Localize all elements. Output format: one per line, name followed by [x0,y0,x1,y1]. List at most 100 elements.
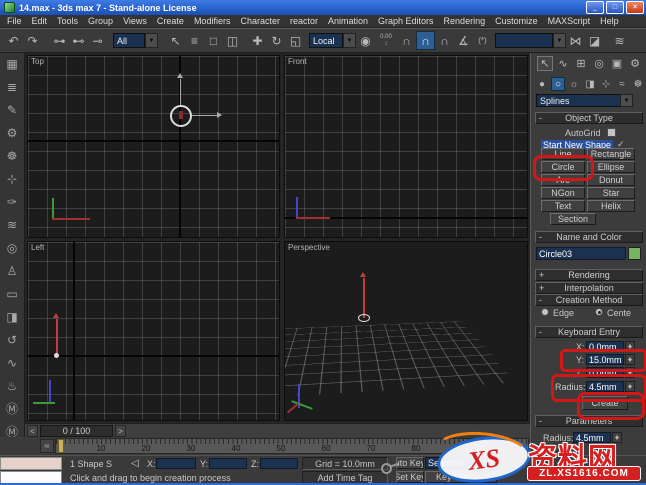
tab-hierarchy[interactable]: ⊞ [573,56,589,71]
close-button[interactable]: ✕ [626,1,644,14]
cylinder-icon[interactable]: ▭ [2,286,22,301]
rollout-object-type[interactable]: - Object Type [535,112,643,124]
select-scale-icon[interactable]: ◱ [286,31,305,50]
minimize-button[interactable]: _ [586,1,604,14]
pen-icon[interactable]: ✎ [2,102,22,117]
rollout-parameters[interactable]: - Parameters [535,415,643,427]
kbd-radius-field[interactable]: 4.5mm [586,381,624,392]
shape-type-dropdown[interactable]: Splines [536,94,625,107]
auto-key-button[interactable]: uto Key [396,457,424,469]
set-key-button[interactable]: Set Key [396,471,424,483]
use-pivot-center-icon[interactable]: ◉ [356,31,375,50]
figure-icon[interactable]: ♙ [2,263,22,278]
snap-toggle-icon[interactable]: ∩ [397,31,416,50]
track-bar-frame-marker[interactable] [58,439,64,453]
mirror-icon[interactable]: ⋈ [566,31,585,50]
menu-rendering[interactable]: Rendering [439,16,491,26]
menu-create[interactable]: Create [152,16,189,26]
category-systems[interactable]: ☸ [631,77,645,91]
selection-filter-arrow-icon[interactable]: ▼ [145,33,158,48]
tab-motion[interactable]: ◎ [591,56,607,71]
viewport-top-label[interactable]: Top [31,57,44,66]
window-crossing-icon[interactable]: ◫ [223,31,242,50]
snap-spinner[interactable]: 0.00 ↕ [375,32,397,50]
category-geometry[interactable]: ● [535,77,549,91]
kbd-y-spinner[interactable] [625,354,635,365]
named-sets-arrow-icon[interactable]: ▼ [553,33,566,48]
viewport-perspective-label[interactable]: Perspective [288,243,330,252]
viewport-top[interactable]: Top [27,55,280,238]
arc-button[interactable]: Arc [541,174,585,186]
line-button[interactable]: Line [541,148,585,160]
object-name-field[interactable]: Circle03 [536,247,626,260]
category-lights[interactable]: ☼ [567,77,581,91]
rollout-rendering[interactable]: + Rendering [535,269,643,281]
select-rotate-icon[interactable]: ↻ [267,31,286,50]
tab-display[interactable]: ▣ [609,56,625,71]
layers-stack-icon[interactable]: ≣ [2,79,22,94]
category-spacewarps[interactable]: ≈ [615,77,629,91]
menu-tools[interactable]: Tools [52,16,83,26]
waves-icon[interactable]: ≋ [2,217,22,232]
named-sets-dropdown[interactable] [495,33,553,48]
selection-filter-dropdown[interactable]: All [113,33,145,48]
text-button[interactable]: Text [541,200,585,212]
create-button[interactable]: Create [582,396,628,410]
tab-create[interactable]: ↖ [537,56,553,71]
coord-system-dropdown[interactable]: Local [309,33,343,48]
unlink-icon[interactable]: ⊷ [69,31,88,50]
render-globe-icon[interactable]: Ⓜ [2,401,22,416]
menu-file[interactable]: File [2,16,27,26]
edge-radio[interactable] [541,308,549,316]
rollout-interpolation[interactable]: + Interpolation [535,282,643,294]
snap-3d-icon[interactable]: ∩ [416,31,435,50]
menu-maxscript[interactable]: MAXScript [543,16,596,26]
center-radio[interactable] [595,308,603,316]
circle-button[interactable]: Circle [541,161,585,173]
brush-icon[interactable]: ✑ [2,194,22,209]
viewport-left-label[interactable]: Left [31,243,44,252]
region-select-icon[interactable]: □ [204,31,223,50]
tab-utilities[interactable]: ⚙ [627,56,643,71]
helix-button[interactable]: Helix [587,200,635,212]
prev-frame-button[interactable]: < [27,425,38,437]
tab-modify[interactable]: ∿ [555,56,571,71]
viewport-perspective[interactable]: Perspective [284,241,528,421]
menu-character[interactable]: Character [235,16,285,26]
rollout-creation-method[interactable]: - Creation Method [535,294,643,306]
viewport-front[interactable]: Front [284,55,528,238]
autogrid-checkbox[interactable] [607,128,616,137]
rollout-name-color[interactable]: - Name and Color [535,231,643,243]
teapot-icon[interactable]: ♨ [2,378,22,393]
ngon-button[interactable]: NGon [541,187,585,199]
gear-icon[interactable]: ☸ [2,148,22,163]
category-shapes[interactable]: ○ [551,77,565,91]
kbd-x-spinner[interactable] [625,341,635,352]
viewport-front-label[interactable]: Front [288,57,307,66]
maxscript-mini-listener-pink[interactable] [0,457,62,470]
select-link-icon[interactable]: ⊶ [50,31,69,50]
kbd-z-field[interactable]: 0.0mm [586,367,624,378]
select-object-icon[interactable]: ↖ [166,31,185,50]
menu-customize[interactable]: Customize [490,16,543,26]
camera-body-icon[interactable]: ◨ [2,309,22,324]
kbd-override-icon[interactable]: (*) [473,31,492,50]
menu-reactor[interactable]: reactor [285,16,323,26]
kbd-y-field[interactable]: 15.0mm [586,354,624,365]
menu-help[interactable]: Help [595,16,624,26]
category-cameras[interactable]: ◨ [583,77,597,91]
menu-views[interactable]: Views [118,16,152,26]
coord-z-field[interactable] [260,458,298,469]
coord-x-field[interactable] [156,458,196,469]
display-panel-icon[interactable]: ▦ [2,56,22,71]
kbd-x-field[interactable]: 0.0mm [586,341,624,352]
curve-editor-icon[interactable]: ≋ [610,31,629,50]
hammer-icon[interactable]: ⚙ [2,125,22,140]
menu-graph-editors[interactable]: Graph Editors [373,16,439,26]
coord-y-field[interactable] [209,458,247,469]
menu-group[interactable]: Group [83,16,118,26]
align-icon[interactable]: ◪ [585,31,604,50]
kbd-radius-spinner[interactable] [625,381,635,392]
mini-curve-editor-button[interactable]: ≈ [40,439,54,453]
time-slider-handle[interactable]: 0 / 100 [40,425,113,437]
